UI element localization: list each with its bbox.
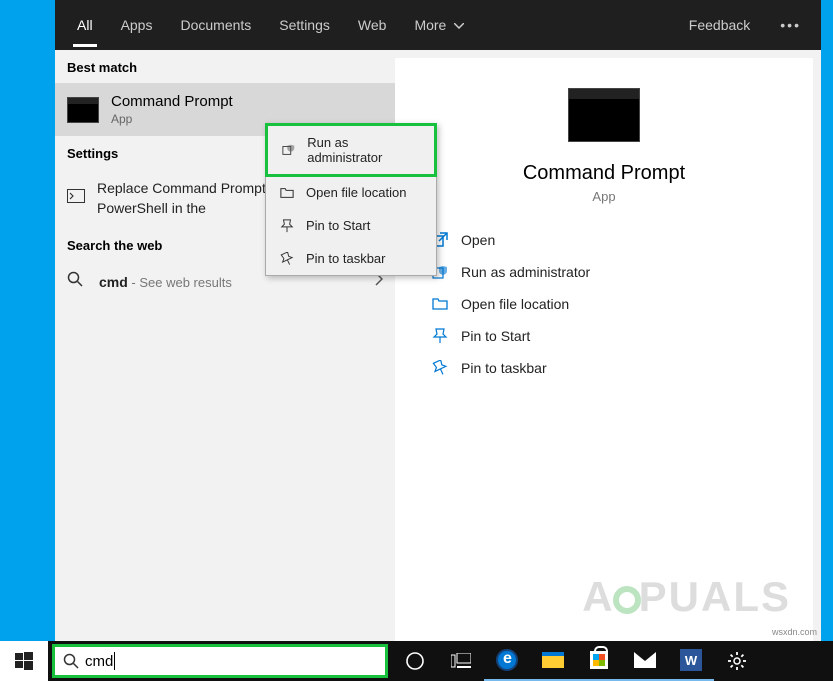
pin-taskbar-icon [278, 252, 296, 266]
search-icon [67, 271, 87, 292]
tab-web[interactable]: Web [344, 3, 401, 47]
web-result-query: cmd [99, 274, 128, 290]
tab-more[interactable]: More [400, 3, 478, 47]
command-prompt-icon-large [568, 88, 640, 142]
taskbar-app-store[interactable] [576, 641, 622, 681]
detail-pane: Command Prompt App Open Run as admi [395, 58, 813, 653]
action-run-admin-label: Run as administrator [461, 264, 590, 280]
section-best-match: Best match [55, 50, 395, 83]
search-input-value: cmd [85, 653, 113, 670]
context-pin-start-label: Pin to Start [306, 218, 370, 233]
action-pin-to-taskbar[interactable]: Pin to taskbar [425, 352, 783, 384]
context-open-file-location[interactable]: Open file location [266, 176, 436, 209]
folder-icon [429, 296, 451, 312]
web-result-suffix: - See web results [128, 275, 232, 290]
command-prompt-icon [67, 97, 99, 123]
shield-admin-icon [280, 143, 297, 157]
terminal-icon [67, 189, 85, 208]
folder-icon [278, 186, 296, 200]
action-run-as-admin[interactable]: Run as administrator [425, 256, 783, 288]
context-pin-taskbar-label: Pin to taskbar [306, 251, 386, 266]
taskbar-app-mail[interactable] [622, 641, 668, 681]
search-icon [63, 653, 79, 669]
taskbar-app-word[interactable]: W [668, 641, 714, 681]
start-button[interactable] [0, 641, 48, 681]
action-pin-taskbar-label: Pin to taskbar [461, 360, 547, 376]
windows-logo-icon [15, 652, 33, 670]
action-open[interactable]: Open [425, 224, 783, 256]
context-run-as-admin[interactable]: Run as administrator [265, 123, 437, 177]
task-view-icon[interactable] [438, 641, 484, 681]
text-cursor [114, 652, 115, 670]
more-options-icon[interactable]: ••• [768, 17, 813, 33]
feedback-link[interactable]: Feedback [671, 17, 768, 33]
tab-more-label: More [414, 17, 446, 33]
tab-documents[interactable]: Documents [166, 3, 265, 47]
tab-apps[interactable]: Apps [107, 3, 167, 47]
action-open-label: Open [461, 232, 495, 248]
tab-all[interactable]: All [63, 3, 107, 47]
action-open-location-label: Open file location [461, 296, 569, 312]
best-match-title: Command Prompt [111, 93, 233, 110]
watermark-logo: APUALS [582, 573, 791, 621]
web-result-text: cmd - See web results [99, 274, 232, 290]
pin-start-icon [429, 328, 451, 344]
tab-settings[interactable]: Settings [265, 3, 344, 47]
action-open-file-location[interactable]: Open file location [425, 288, 783, 320]
watermark-url: wsxdn.com [772, 627, 817, 637]
taskbar: cmd W [0, 641, 833, 681]
pin-start-icon [278, 219, 296, 233]
action-pin-to-start[interactable]: Pin to Start [425, 320, 783, 352]
best-match-subtitle: App [111, 112, 233, 126]
context-open-location-label: Open file location [306, 185, 406, 200]
search-results-panel: All Apps Documents Settings Web More Fee… [55, 0, 821, 661]
chevron-down-icon [454, 23, 464, 29]
taskbar-app-file-explorer[interactable] [530, 641, 576, 681]
taskbar-app-edge[interactable] [484, 641, 530, 681]
search-tabs-bar: All Apps Documents Settings Web More Fee… [55, 0, 821, 50]
context-pin-to-start[interactable]: Pin to Start [266, 209, 436, 242]
context-menu: Run as administrator Open file location … [265, 123, 437, 276]
detail-title: Command Prompt [415, 162, 793, 185]
action-pin-start-label: Pin to Start [461, 328, 530, 344]
detail-subtitle: App [415, 189, 793, 204]
context-run-admin-label: Run as administrator [307, 135, 422, 165]
taskbar-search-box[interactable]: cmd [52, 644, 388, 678]
taskbar-app-settings[interactable] [714, 641, 760, 681]
context-pin-to-taskbar[interactable]: Pin to taskbar [266, 242, 436, 275]
gear-icon [727, 651, 747, 671]
cortana-icon[interactable] [392, 641, 438, 681]
pin-taskbar-icon [429, 360, 451, 376]
detail-actions-list: Open Run as administrator Open file loca… [415, 224, 793, 384]
